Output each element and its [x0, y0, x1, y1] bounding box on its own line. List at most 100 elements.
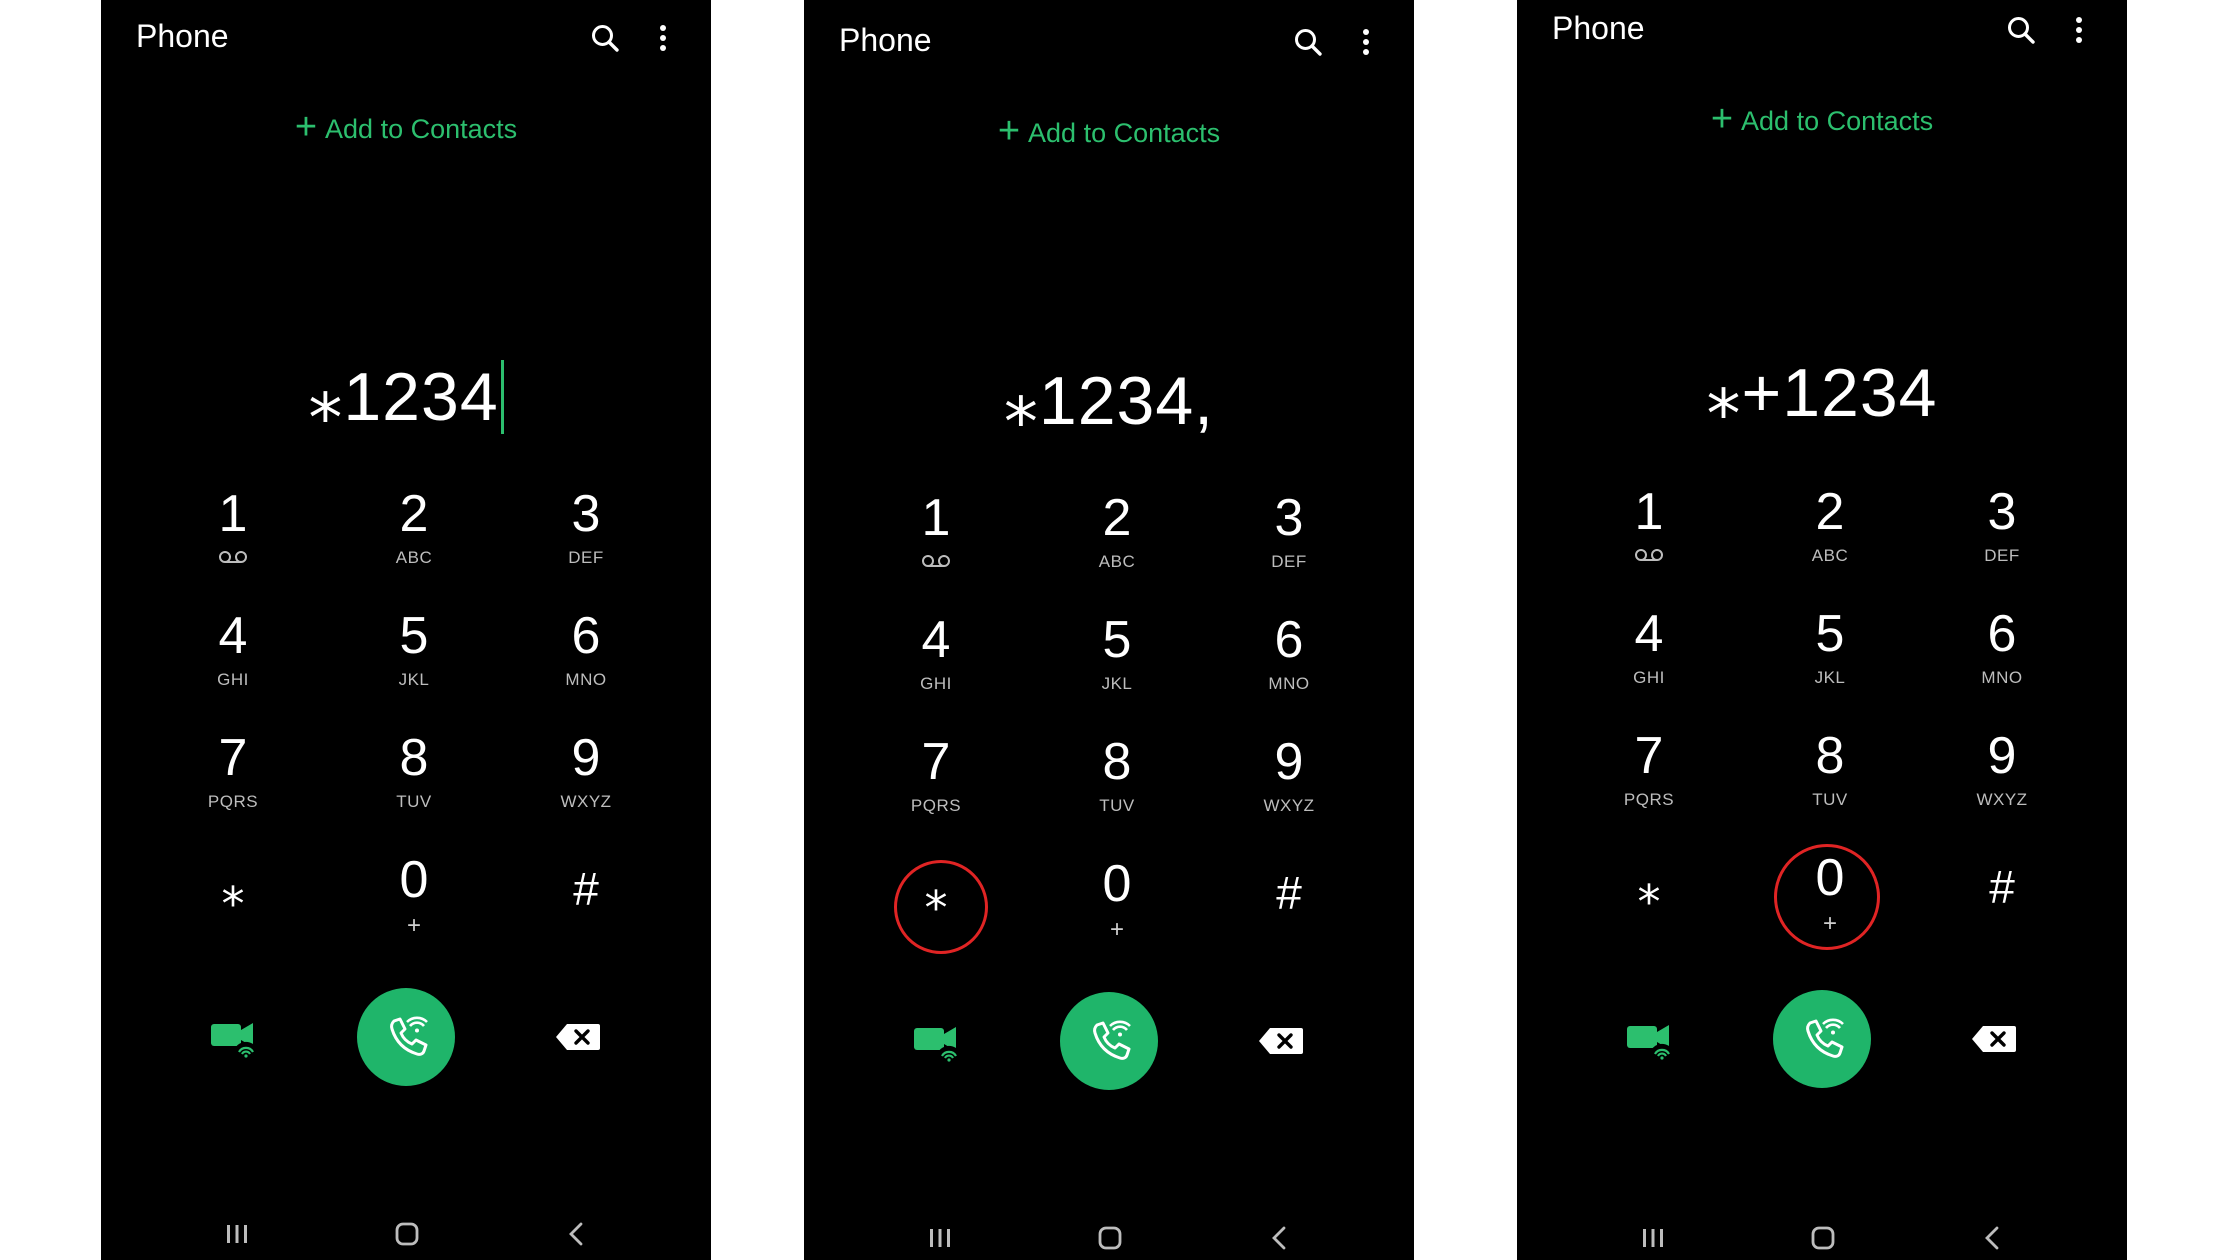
- key-1[interactable]: 1: [866, 482, 1006, 592]
- add-to-contacts-link[interactable]: + Add to Contacts: [101, 108, 711, 146]
- key-letters: JKL: [1101, 674, 1133, 693]
- plus-icon: +: [1710, 98, 1734, 140]
- key-digit: 7: [921, 733, 951, 791]
- wifi-call-icon: [1093, 1020, 1131, 1060]
- key-8[interactable]: 8 TUV: [1047, 726, 1187, 836]
- key-digit: 7: [1634, 727, 1664, 785]
- key-4[interactable]: 4 GHI: [163, 600, 303, 710]
- dialed-number-field[interactable]: ⁎1234: [101, 352, 711, 442]
- home-icon: [395, 1222, 419, 1246]
- key-digit: 8: [1815, 727, 1845, 785]
- more-vert-icon: [2076, 17, 2082, 43]
- key-5[interactable]: 5 JKL: [1047, 604, 1187, 714]
- video-call-button[interactable]: [209, 1018, 261, 1058]
- nav-recents-button[interactable]: [1633, 1220, 1673, 1256]
- key-7[interactable]: 7 PQRS: [1579, 720, 1719, 830]
- nav-back-button[interactable]: [1972, 1220, 2012, 1256]
- key-letters: JKL: [398, 670, 430, 689]
- more-options-button[interactable]: [2061, 12, 2097, 48]
- key-2[interactable]: 2 ABC: [344, 478, 484, 588]
- key-6[interactable]: 6 MNO: [1932, 598, 2072, 708]
- nav-recents-button[interactable]: [920, 1220, 960, 1256]
- nav-back-button[interactable]: [1259, 1220, 1299, 1256]
- key-2[interactable]: 2 ABC: [1760, 476, 1900, 586]
- wifi-call-icon: [1806, 1018, 1844, 1058]
- search-button[interactable]: [587, 20, 623, 56]
- key-5[interactable]: 5 JKL: [344, 600, 484, 710]
- call-button[interactable]: [357, 988, 455, 1086]
- more-options-button[interactable]: [1348, 24, 1384, 60]
- search-button[interactable]: [1290, 24, 1326, 60]
- add-to-contacts-label: Add to Contacts: [1028, 117, 1221, 148]
- key-digit: 1: [921, 489, 951, 547]
- nav-back-button[interactable]: [556, 1216, 596, 1252]
- nav-home-button[interactable]: [387, 1216, 427, 1252]
- add-to-contacts-link[interactable]: + Add to Contacts: [1517, 100, 2127, 138]
- key-hash[interactable]: #: [516, 844, 656, 954]
- key-1[interactable]: 1: [163, 478, 303, 588]
- key-letters: +: [1822, 910, 1837, 937]
- key-letters: WXYZ: [1263, 796, 1315, 815]
- phone-screen-2: Phone + Add to Contacts ⁎1234, 1 2 ABC 3…: [804, 0, 1414, 1260]
- backspace-button[interactable]: [555, 1022, 601, 1052]
- key-4[interactable]: 4 GHI: [866, 604, 1006, 714]
- dialed-number-field[interactable]: ⁎+1234: [1517, 348, 2127, 438]
- add-to-contacts-link[interactable]: + Add to Contacts: [804, 112, 1414, 150]
- key-8[interactable]: 8 TUV: [1760, 720, 1900, 830]
- backspace-button[interactable]: [1971, 1024, 2017, 1054]
- text-cursor: [500, 360, 504, 434]
- plus-icon: +: [997, 110, 1021, 152]
- key-5[interactable]: 5 JKL: [1760, 598, 1900, 708]
- key-star[interactable]: ⁎: [163, 844, 303, 954]
- key-star[interactable]: ⁎: [1579, 842, 1719, 952]
- key-9[interactable]: 9 WXYZ: [1932, 720, 2072, 830]
- key-1[interactable]: 1: [1579, 476, 1719, 586]
- call-button[interactable]: [1060, 992, 1158, 1090]
- key-0[interactable]: 0 +: [1760, 842, 1900, 952]
- key-letters: ABC: [1098, 552, 1136, 571]
- key-digit: 0: [1815, 849, 1845, 907]
- search-button[interactable]: [2003, 12, 2039, 48]
- key-digit: 4: [921, 611, 951, 669]
- key-9[interactable]: 9 WXYZ: [1219, 726, 1359, 836]
- key-letters: ABC: [395, 548, 433, 567]
- key-0[interactable]: 0 +: [344, 844, 484, 954]
- key-7[interactable]: 7 PQRS: [866, 726, 1006, 836]
- key-hash[interactable]: #: [1932, 842, 2072, 952]
- key-8[interactable]: 8 TUV: [344, 722, 484, 832]
- plus-icon: +: [294, 106, 318, 148]
- key-star[interactable]: ⁎: [866, 848, 1006, 958]
- key-digit: ⁎: [924, 867, 948, 919]
- key-2[interactable]: 2 ABC: [1047, 482, 1187, 592]
- dial-actions: [804, 992, 1414, 1092]
- key-digit: 2: [1102, 489, 1132, 547]
- nav-home-button[interactable]: [1803, 1220, 1843, 1256]
- key-letters: PQRS: [1623, 790, 1675, 809]
- key-6[interactable]: 6 MNO: [516, 600, 656, 710]
- key-3[interactable]: 3 DEF: [1932, 476, 2072, 586]
- key-4[interactable]: 4 GHI: [1579, 598, 1719, 708]
- search-icon: [592, 25, 619, 52]
- key-letters: DEF: [568, 548, 604, 567]
- nav-recents-button[interactable]: [217, 1216, 257, 1252]
- backspace-button[interactable]: [1258, 1026, 1304, 1056]
- key-3[interactable]: 3 DEF: [516, 478, 656, 588]
- phone-screen-1: Phone + Add to Contacts ⁎1234 1 2 ABC 3 …: [101, 0, 711, 1260]
- nav-home-button[interactable]: [1090, 1220, 1130, 1256]
- key-6[interactable]: 6 MNO: [1219, 604, 1359, 714]
- key-digit: ⁎: [1637, 861, 1661, 913]
- video-call-button[interactable]: [912, 1022, 964, 1062]
- key-9[interactable]: 9 WXYZ: [516, 722, 656, 832]
- key-letters: +: [406, 912, 421, 939]
- key-digit: 2: [399, 485, 429, 543]
- dialed-number-field[interactable]: ⁎1234,: [804, 356, 1414, 446]
- call-button[interactable]: [1773, 990, 1871, 1088]
- home-icon: [1811, 1226, 1835, 1250]
- recents-icon: [1643, 1229, 1663, 1247]
- key-7[interactable]: 7 PQRS: [163, 722, 303, 832]
- video-call-button[interactable]: [1625, 1020, 1677, 1060]
- key-hash[interactable]: #: [1219, 848, 1359, 958]
- key-0[interactable]: 0 +: [1047, 848, 1187, 958]
- more-options-button[interactable]: [645, 20, 681, 56]
- key-3[interactable]: 3 DEF: [1219, 482, 1359, 592]
